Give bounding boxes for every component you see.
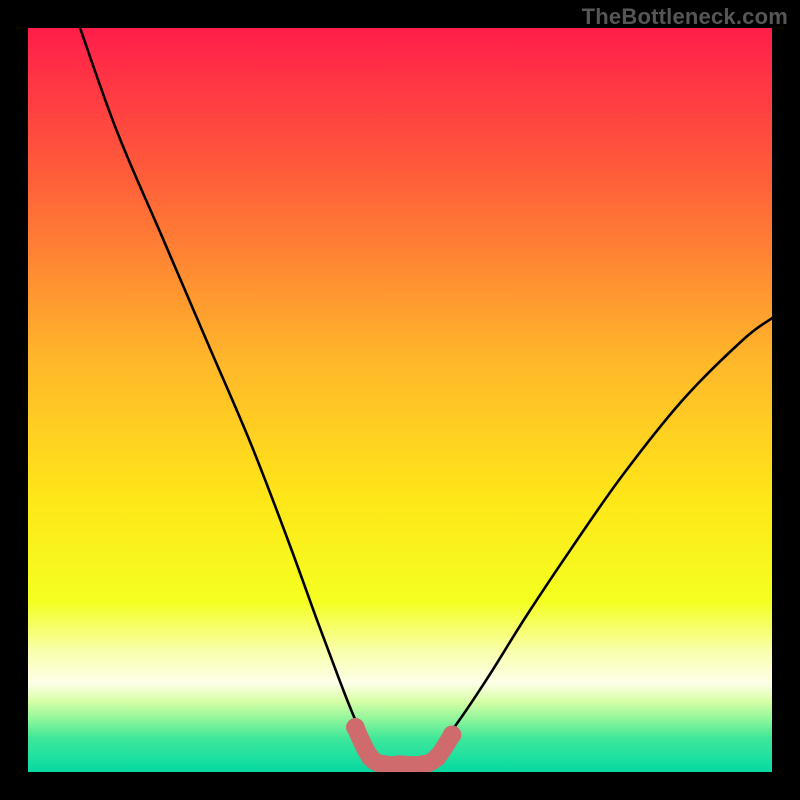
watermark-text: TheBottleneck.com (582, 4, 788, 30)
highlight-dot (443, 726, 462, 745)
curve-layer (28, 28, 772, 772)
chart-frame: TheBottleneck.com (0, 0, 800, 800)
highlight-dot (346, 718, 365, 737)
highlight-dot (428, 748, 447, 767)
plot-area (28, 28, 772, 772)
bottleneck-curve (80, 28, 772, 766)
